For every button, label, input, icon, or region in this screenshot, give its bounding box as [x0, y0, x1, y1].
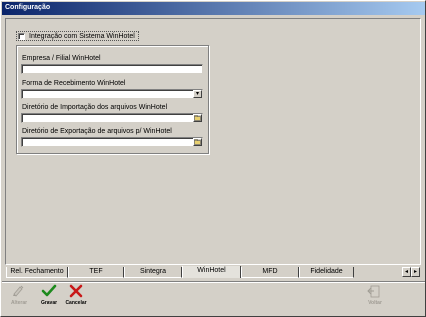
- forma-recebimento-label: Forma de Recebimento WinHotel: [22, 80, 126, 87]
- integration-checkbox-label: Integração com Sistema WinHotel: [29, 32, 135, 40]
- tab-winhotel[interactable]: WinHotel: [182, 266, 241, 278]
- empresa-filial-label: Empresa / Filial WinHotel: [22, 55, 101, 62]
- folder-icon[interactable]: [193, 114, 202, 122]
- config-window: Configuração Integração com Sistema WinH…: [0, 0, 426, 317]
- close-icon: [69, 284, 83, 298]
- cancelar-button[interactable]: Cancelar: [62, 284, 90, 306]
- folder-icon[interactable]: [193, 138, 202, 146]
- chevron-down-icon[interactable]: ▾: [193, 90, 202, 98]
- diretorio-exportacao-input[interactable]: [21, 137, 203, 147]
- tab-fidelidade[interactable]: Fidelidade: [299, 267, 354, 278]
- tab-rel-fechamento[interactable]: Rel. Fechamento: [6, 267, 68, 278]
- gravar-label: Gravar: [40, 300, 58, 306]
- forma-recebimento-select[interactable]: ▾: [21, 89, 203, 99]
- alterar-button[interactable]: Alterar: [7, 284, 31, 306]
- diretorio-exportacao-label: Diretório de Exportação de arquivos p/ W…: [22, 128, 172, 135]
- arrow-right-icon[interactable]: ▸: [411, 267, 420, 277]
- tab-strip: Rel. Fechamento TEF Sintegra WinHotel MF…: [6, 266, 398, 278]
- edit-icon: [13, 285, 24, 297]
- window-title: Configuração: [5, 4, 51, 11]
- gravar-button[interactable]: Gravar: [37, 284, 61, 306]
- title-bar: Configuração: [2, 2, 425, 15]
- check-icon: [41, 284, 57, 297]
- voltar-button[interactable]: Voltar: [361, 284, 389, 306]
- integration-checkbox[interactable]: [18, 32, 25, 40]
- arrow-left-icon[interactable]: ◂: [402, 267, 411, 277]
- tab-mfd[interactable]: MFD: [241, 267, 299, 278]
- empresa-filial-input[interactable]: [21, 64, 203, 74]
- diretorio-importacao-label: Diretório de Importação dos arquivos Win…: [22, 104, 168, 111]
- voltar-label: Voltar: [368, 300, 382, 306]
- exit-icon: [367, 285, 380, 298]
- alterar-label: Alterar: [10, 300, 28, 306]
- diretorio-importacao-input[interactable]: [21, 113, 203, 123]
- integration-checkbox-row[interactable]: Integração com Sistema WinHotel: [16, 31, 139, 41]
- tab-sintegra[interactable]: Sintegra: [124, 267, 182, 278]
- tab-tef[interactable]: TEF: [68, 267, 124, 278]
- cancelar-label: Cancelar: [65, 300, 87, 306]
